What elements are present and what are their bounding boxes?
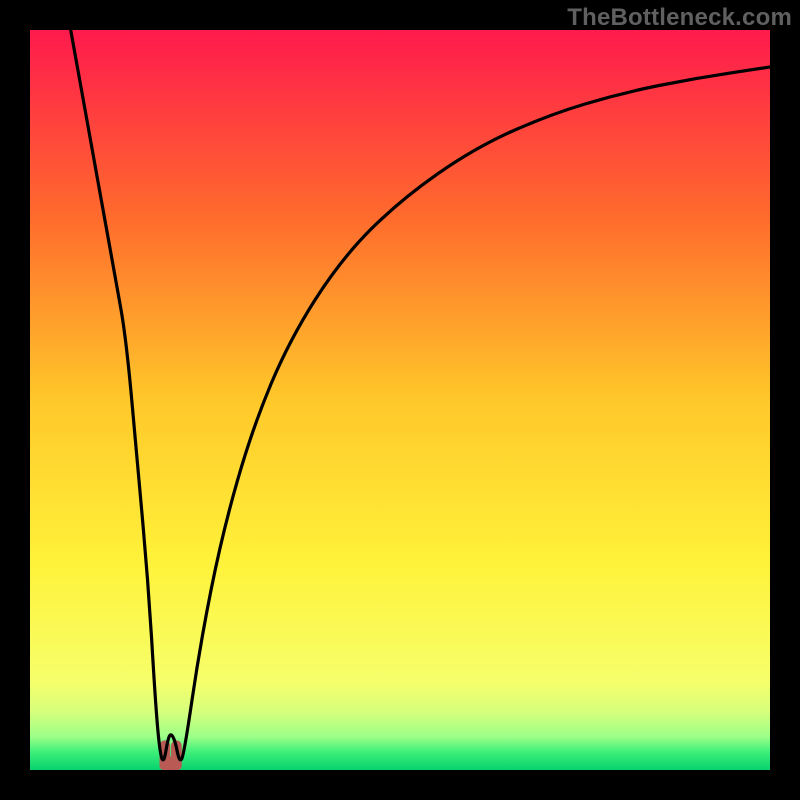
plot-area <box>30 30 770 770</box>
watermark-text: TheBottleneck.com <box>567 4 792 32</box>
chart-svg <box>30 30 770 770</box>
gradient-background <box>30 30 770 770</box>
chart-frame: TheBottleneck.com <box>0 0 800 800</box>
